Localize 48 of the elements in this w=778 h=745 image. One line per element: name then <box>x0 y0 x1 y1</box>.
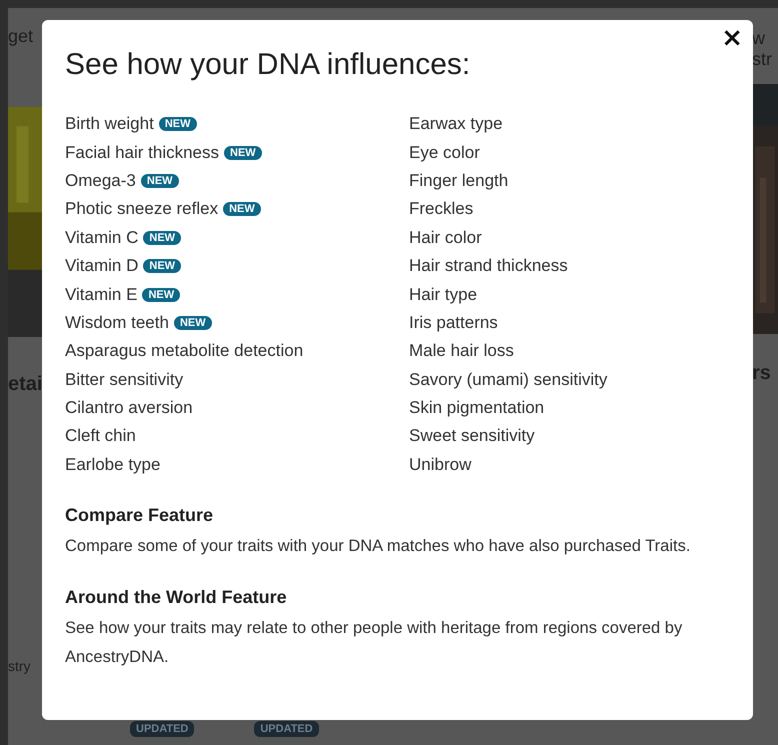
background-text: get <box>8 26 34 47</box>
trait-label: Cilantro aversion <box>65 398 193 418</box>
background-text: stry <box>8 658 31 674</box>
trait-label: Bitter sensitivity <box>65 370 184 390</box>
trait-label: Vitamin E <box>65 284 138 305</box>
trait-label: Birth weight <box>65 114 154 134</box>
trait-label: Finger length <box>409 170 508 191</box>
trait-label: Earlobe type <box>65 454 160 475</box>
new-badge: NEW <box>143 259 182 274</box>
trait-label: Hair type <box>409 284 478 305</box>
trait-label: Asparagus metabolite detection <box>65 341 304 362</box>
updated-badge: UPDATED <box>254 721 319 737</box>
trait-label: Vitamin C <box>65 228 138 248</box>
background-text: etai <box>8 373 42 396</box>
section-heading: Around the World Feature <box>65 587 288 608</box>
dialog-title: See how your DNA influences: <box>65 48 472 82</box>
trait-label: Savory (umami) sensitivity <box>409 370 608 390</box>
section-text: See how your traits may relate to other people with heritage from regions covered by AncestryDNA. <box>65 618 684 668</box>
new-badge: NEW <box>142 288 180 302</box>
trait-label: Omega-3 <box>65 170 136 191</box>
trait-label: Iris patterns <box>409 312 498 333</box>
new-badge: NEW <box>223 202 261 216</box>
trait-label: Skin pigmentation <box>409 398 544 418</box>
new-badge: NEW <box>143 230 182 245</box>
updated-badge: UPDATED <box>130 721 194 737</box>
trait-label: Photic sneeze reflex <box>65 199 218 220</box>
new-badge: NEW <box>224 146 262 160</box>
trait-label: Freckles <box>409 199 474 220</box>
section-text: Compare some of your traits with your DNA matches who have also purchased Traits. <box>65 536 692 558</box>
section-heading: Compare Feature <box>65 505 214 526</box>
new-badge: NEW <box>158 117 196 132</box>
trait-label: Hair strand thickness <box>409 256 568 276</box>
trait-label: Hair color <box>409 228 482 248</box>
close-button[interactable]: × <box>717 24 747 53</box>
new-badge: NEW <box>174 316 212 330</box>
trait-label: Wisdom teeth <box>65 312 169 333</box>
background-text: str <box>752 49 772 70</box>
trait-label: Sweet sensitivity <box>409 426 535 446</box>
background-text: w <box>752 28 765 49</box>
trait-label: Facial hair thickness <box>65 142 220 163</box>
trait-label: Unibrow <box>409 454 472 475</box>
trait-label: Cleft chin <box>65 426 136 446</box>
background-text: rs <box>752 362 771 385</box>
new-badge: NEW <box>140 174 179 188</box>
trait-label: Vitamin D <box>65 256 138 276</box>
trait-label: Eye color <box>409 142 480 163</box>
trait-label: Earwax type <box>409 114 503 134</box>
trait-label: Male hair loss <box>409 341 514 362</box>
